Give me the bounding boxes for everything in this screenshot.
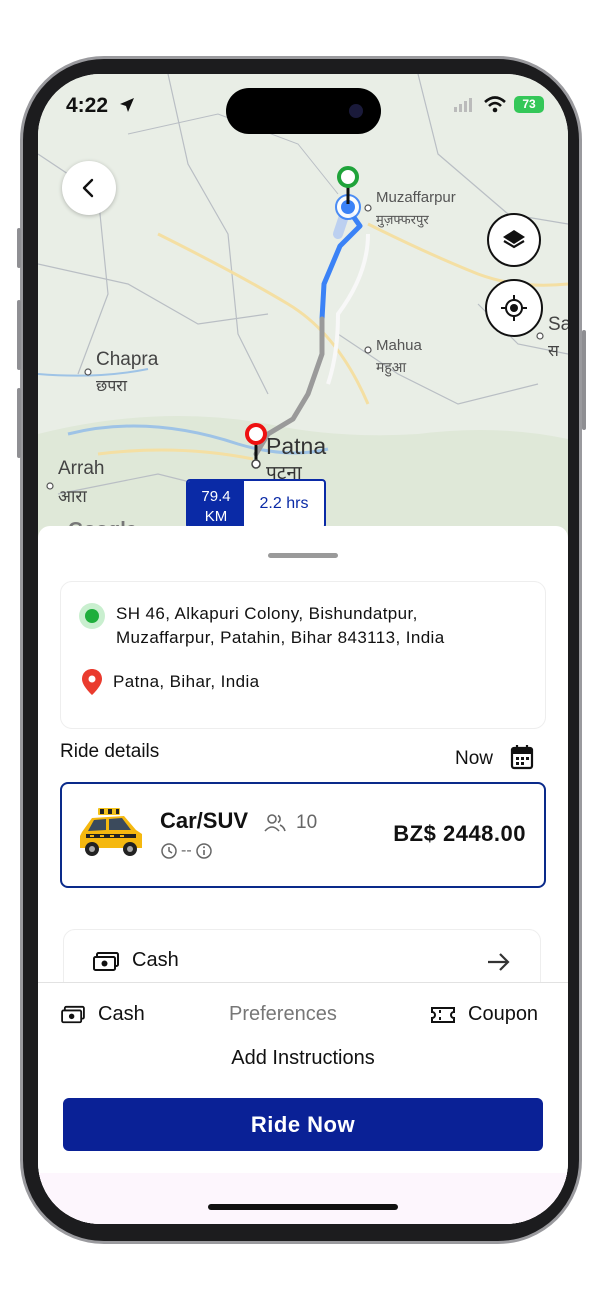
volume-up-button [17, 300, 21, 370]
seat-count: 10 [296, 812, 318, 833]
eta-value: -- [181, 842, 192, 859]
my-location-button[interactable] [485, 279, 543, 337]
battery-indicator: 73 [514, 96, 544, 113]
map-label-sa: Sa [548, 314, 568, 335]
duration-value: 2.2 hrs [259, 495, 309, 512]
dropoff-pin-icon [81, 668, 103, 701]
safe-area-footer [38, 1173, 568, 1224]
sheet-drag-handle[interactable] [268, 553, 338, 558]
location-arrow-icon [118, 96, 136, 119]
back-button[interactable] [62, 161, 116, 215]
pickup-address: SH 46, Alkapuri Colony, Bishundatpur, Mu… [116, 602, 445, 650]
map-label-chapra: Chapra [96, 349, 159, 370]
map-layers-button[interactable] [487, 213, 541, 267]
layers-icon [503, 230, 525, 249]
map-label-mahua: Mahua [376, 337, 423, 354]
ride-now-button[interactable]: Ride Now [63, 1098, 543, 1151]
address-card[interactable]: SH 46, Alkapuri Colony, Bishundatpur, Mu… [60, 581, 546, 729]
signal-icon [454, 98, 474, 117]
pickup-dot-icon [78, 602, 106, 635]
status-time: 4:22 [66, 94, 109, 117]
distance-unit: KM [204, 508, 228, 525]
status-bar: 4:22 73 [38, 74, 568, 134]
map-label-muzaffarpur: Muzaffarpur [376, 189, 456, 206]
vehicle-option-card[interactable]: Car/SUV 10 -- BZ$ 2448.00 [60, 782, 546, 888]
ride-details-title: Ride details [60, 741, 160, 762]
taxi-car-icon [76, 802, 146, 869]
fare-price: BZ$ 2448.00 [393, 821, 526, 846]
chevron-left-icon [82, 178, 94, 198]
schedule-label[interactable]: Now [455, 748, 493, 770]
add-instructions-link[interactable]: Add Instructions [38, 1047, 568, 1070]
map-label-sa-hindi: स [548, 341, 560, 360]
map-label-patna: Patna [266, 433, 326, 459]
cash-option-label: Cash [98, 1003, 145, 1025]
eta-row: -- [160, 842, 213, 860]
crosshair-icon [501, 295, 527, 321]
cash-icon [92, 951, 120, 978]
vehicle-name: Car/SUV [160, 808, 249, 833]
map-label-chapra-hindi: छपरा [96, 376, 128, 395]
info-icon[interactable] [195, 842, 213, 860]
distance-badge: 79.4 KM [188, 481, 244, 527]
calendar-icon[interactable] [510, 744, 534, 775]
payment-method-label: Cash [132, 949, 179, 971]
arrow-right-icon[interactable] [486, 950, 512, 979]
coupon-option-label: Coupon [468, 1003, 539, 1025]
map-label-mahua-hindi: महुआ [376, 360, 407, 377]
app-screen: Muzaffarpur मुज़फ्फरपुर Chapra छपरा Mahu… [38, 74, 568, 1224]
coupon-option[interactable]: Coupon [430, 1003, 538, 1026]
preferences-option[interactable]: Preferences [229, 1003, 337, 1026]
map-label-muzaffarpur-hindi: मुज़फ्फरपुर [376, 213, 429, 228]
volume-down-button [17, 388, 21, 458]
route-summary-badge: 79.4 KM 2.2 hrs [186, 479, 326, 529]
map-label-arrah: Arrah [58, 458, 104, 479]
wifi-icon [484, 96, 506, 118]
mute-switch [17, 228, 21, 268]
power-button [582, 330, 586, 430]
dynamic-island [226, 88, 381, 134]
pickup-address-line2: Muzaffarpur, Patahin, Bihar 843113, Indi… [116, 628, 445, 647]
cash-icon [61, 1005, 85, 1023]
checkout-footer: Cash Preferences Coupon Add Instructions… [38, 983, 568, 1224]
clock-icon [161, 843, 177, 859]
passengers-icon [264, 813, 286, 838]
pickup-address-line1: SH 46, Alkapuri Colony, Bishundatpur, [116, 604, 418, 623]
home-indicator[interactable] [208, 1204, 398, 1210]
map-label-arrah-hindi: आरा [58, 487, 87, 507]
ticket-icon [431, 1006, 455, 1023]
distance-value: 79.4 [201, 488, 231, 505]
dropoff-address: Patna, Bihar, India [113, 672, 260, 691]
cash-option[interactable]: Cash [60, 1003, 145, 1026]
booking-sheet: SH 46, Alkapuri Colony, Bishundatpur, Mu… [38, 526, 568, 1224]
